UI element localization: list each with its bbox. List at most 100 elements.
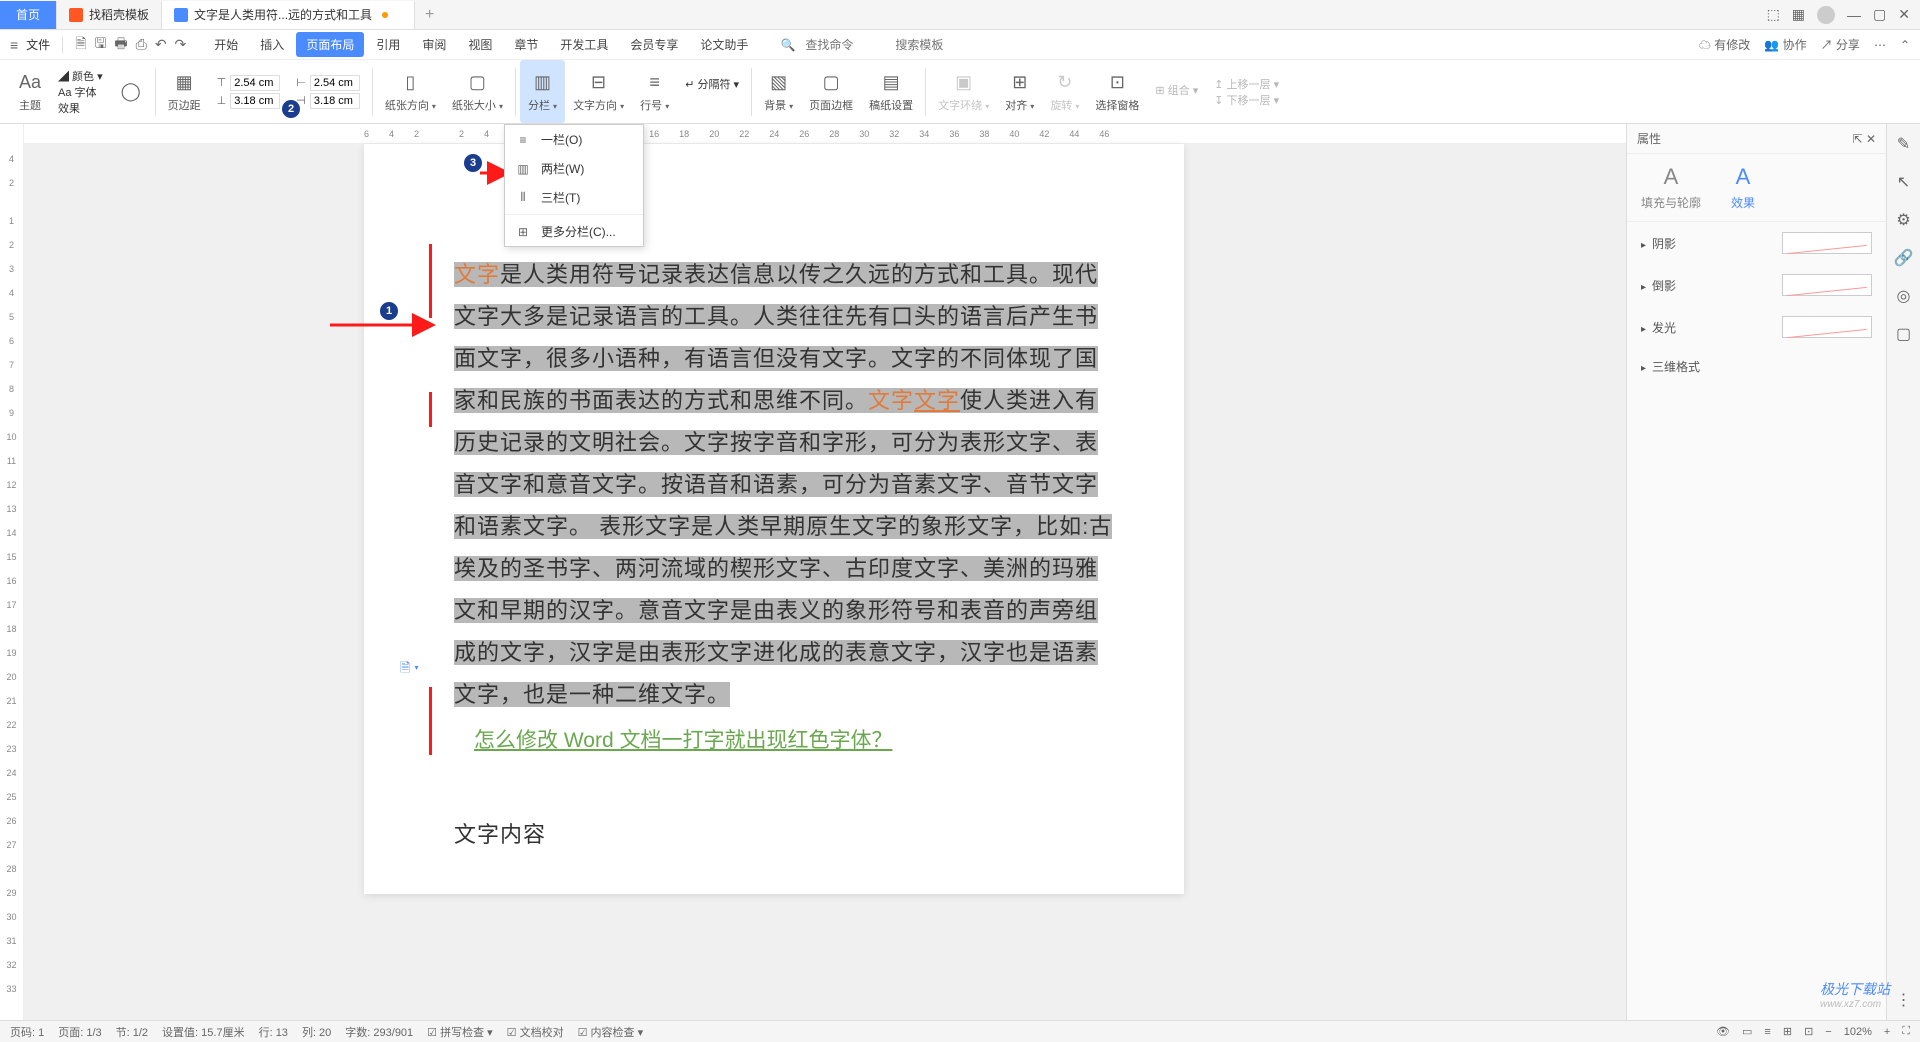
dropdown-one-column[interactable]: ≡一栏(O) (505, 125, 643, 154)
break-button[interactable]: ↵ 分隔符 ▾ (685, 76, 739, 92)
share-button[interactable]: ↗ 分享 (1821, 36, 1860, 53)
prop-shadow[interactable]: ▸阴影 (1627, 222, 1886, 264)
tab-document[interactable]: 文字是人类用符...远的方式和工具 (162, 1, 415, 29)
tab-review[interactable]: 审阅 (412, 32, 456, 57)
minimize-icon[interactable]: — (1847, 7, 1861, 23)
columns-button[interactable]: ▥分栏 ▾ (520, 60, 565, 123)
prop-3d-format[interactable]: ▸三维格式 (1627, 348, 1886, 385)
user-avatar[interactable] (1817, 6, 1835, 24)
dropdown-more-columns[interactable]: ⊞更多分栏(C)... (505, 217, 643, 246)
font-dropdown[interactable]: Aa 字体 (58, 84, 97, 100)
more-icon[interactable]: ⋯ (1874, 38, 1886, 52)
link-icon[interactable]: 🔗 (1894, 248, 1914, 268)
save-as-icon[interactable]: 🖫 (94, 33, 106, 57)
target-icon[interactable]: ◎ (1897, 286, 1911, 306)
maximize-icon[interactable]: ▢ (1873, 6, 1886, 23)
paper-settings-button[interactable]: ▤稿纸设置 (861, 60, 921, 123)
close-window-icon[interactable]: ✕ (1898, 6, 1910, 23)
file-menu[interactable]: 文件 (26, 36, 50, 53)
tab-developer[interactable]: 开发工具 (550, 32, 618, 57)
tab-start[interactable]: 开始 (204, 32, 248, 57)
preview-icon[interactable]: ⎙ (136, 36, 147, 53)
template-search-input[interactable] (895, 38, 975, 52)
collaborate-button[interactable]: 👥 协作 (1764, 36, 1806, 53)
shadow-preview[interactable] (1782, 232, 1872, 254)
tab-references[interactable]: 引用 (366, 32, 410, 57)
pin-icon[interactable]: ⇱ (1853, 132, 1863, 146)
hamburger-icon[interactable]: ≡ (10, 37, 18, 53)
tab-template[interactable]: 找稻壳模板 (57, 1, 162, 29)
paragraph-1[interactable]: 文字是人类用符号记录表达信息以传之久远的方式和工具。现代文字大多是记录语言的工具… (454, 254, 1114, 716)
text-direction-button[interactable]: ⊟文字方向 ▾ (565, 60, 632, 123)
settings-icon[interactable]: ⚙ (1896, 210, 1910, 230)
read-mode-icon[interactable]: ▭ (1742, 1025, 1752, 1038)
dropdown-three-columns[interactable]: ⦀三栏(T) (505, 183, 643, 212)
status-spell-check[interactable]: ☑ 拼写检查 ▾ (427, 1024, 493, 1040)
paper-size-button[interactable]: ▢纸张大小 ▾ (444, 60, 511, 123)
tab-home[interactable]: 首页 (0, 1, 57, 29)
shape-button[interactable]: ◯ (111, 60, 151, 123)
layout-icon[interactable]: ⬚ (1767, 6, 1780, 23)
effect-dropdown[interactable]: 效果 (58, 100, 80, 116)
status-page[interactable]: 页面: 1/3 (58, 1024, 101, 1040)
redo-icon[interactable]: ↷ (175, 36, 187, 53)
view-mode-icon[interactable]: 👁 (1716, 1025, 1730, 1038)
cloud-changes[interactable]: ☁ 有修改 (1699, 36, 1750, 53)
reflection-preview[interactable] (1782, 274, 1872, 296)
selection-pane-button[interactable]: ⊡选择窗格 (1087, 60, 1147, 123)
fullscreen-icon[interactable]: ⛶ (1902, 1025, 1910, 1038)
status-page-number[interactable]: 页码: 1 (10, 1024, 44, 1040)
print-icon[interactable]: 🖶 (114, 33, 127, 57)
theme-button[interactable]: Aa主题 (10, 60, 50, 123)
hyperlink-text[interactable]: 怎么修改 Word 文档一打字就出现红色字体？ (474, 724, 1114, 754)
tab-add[interactable]: + (415, 6, 444, 24)
grid-icon[interactable]: ▦ (1792, 6, 1805, 23)
collapse-ribbon-icon[interactable]: ⌃ (1900, 38, 1910, 52)
document-area[interactable]: 6422468101214161820222426283032343638404… (24, 124, 1626, 1020)
top-margin-input[interactable] (230, 75, 280, 91)
more-tools-icon[interactable]: ⋮ (1896, 990, 1912, 1010)
background-button[interactable]: ▧背景 ▾ (756, 60, 801, 123)
tab-vip[interactable]: 会员专享 (620, 32, 688, 57)
page-border-button[interactable]: ▢页面边框 (801, 60, 861, 123)
tab-page-layout[interactable]: 页面布局 (296, 32, 364, 57)
bottom-margin-input[interactable] (230, 93, 280, 109)
glow-preview[interactable] (1782, 316, 1872, 338)
tab-insert[interactable]: 插入 (250, 32, 294, 57)
margin-button[interactable]: ▦页边距 (160, 60, 209, 123)
search-icon[interactable]: 🔍 (780, 38, 795, 52)
fit-icon[interactable]: ⊡ (1804, 1025, 1813, 1038)
document-page[interactable]: 文字是人类用符号记录表达信息以传之久远的方式和工具。现代文字大多是记录语言的工具… (364, 144, 1184, 894)
tab-view[interactable]: 视图 (458, 32, 502, 57)
save-icon[interactable]: 🗎 (75, 33, 86, 57)
command-search-input[interactable] (805, 38, 885, 52)
status-word-count[interactable]: 字数: 293/901 (345, 1024, 413, 1040)
zoom-level[interactable]: 102% (1844, 1026, 1872, 1038)
comment-icon[interactable]: 🗎 ▾ (400, 659, 419, 681)
tab-fill-outline[interactable]: A填充与轮廓 (1641, 164, 1701, 211)
heading-text[interactable]: 文字内容 (454, 814, 1114, 856)
page-icon[interactable]: ▢ (1896, 324, 1911, 344)
tab-effects[interactable]: A效果 (1731, 164, 1755, 211)
prop-reflection[interactable]: ▸倒影 (1627, 264, 1886, 306)
zoom-out-icon[interactable]: − (1825, 1026, 1831, 1038)
outline-mode-icon[interactable]: ≡ (1764, 1026, 1770, 1038)
close-panel-icon[interactable]: ✕ (1866, 132, 1876, 146)
pencil-icon[interactable]: ✎ (1897, 134, 1910, 154)
right-margin-input[interactable] (310, 93, 360, 109)
align-button[interactable]: ⊞对齐 ▾ (997, 60, 1042, 123)
line-number-button[interactable]: ≡行号 ▾ (632, 60, 677, 123)
tab-thesis[interactable]: 论文助手 (690, 32, 758, 57)
paper-orientation-button[interactable]: ▯纸张方向 ▾ (377, 60, 444, 123)
left-margin-input[interactable] (310, 75, 360, 91)
status-doc-proof[interactable]: ☑ 文档校对 (507, 1024, 564, 1040)
dropdown-two-columns[interactable]: ▥两栏(W) (505, 154, 643, 183)
color-dropdown[interactable]: ◢ 颜色 ▾ (58, 68, 103, 84)
select-icon[interactable]: ↖ (1897, 172, 1910, 192)
status-content-check[interactable]: ☑ 内容检查 ▾ (578, 1024, 644, 1040)
web-mode-icon[interactable]: ⊞ (1783, 1025, 1792, 1038)
status-section[interactable]: 节: 1/2 (116, 1024, 148, 1040)
tab-section[interactable]: 章节 (504, 32, 548, 57)
prop-glow[interactable]: ▸发光 (1627, 306, 1886, 348)
undo-icon[interactable]: ↶ (155, 36, 167, 53)
